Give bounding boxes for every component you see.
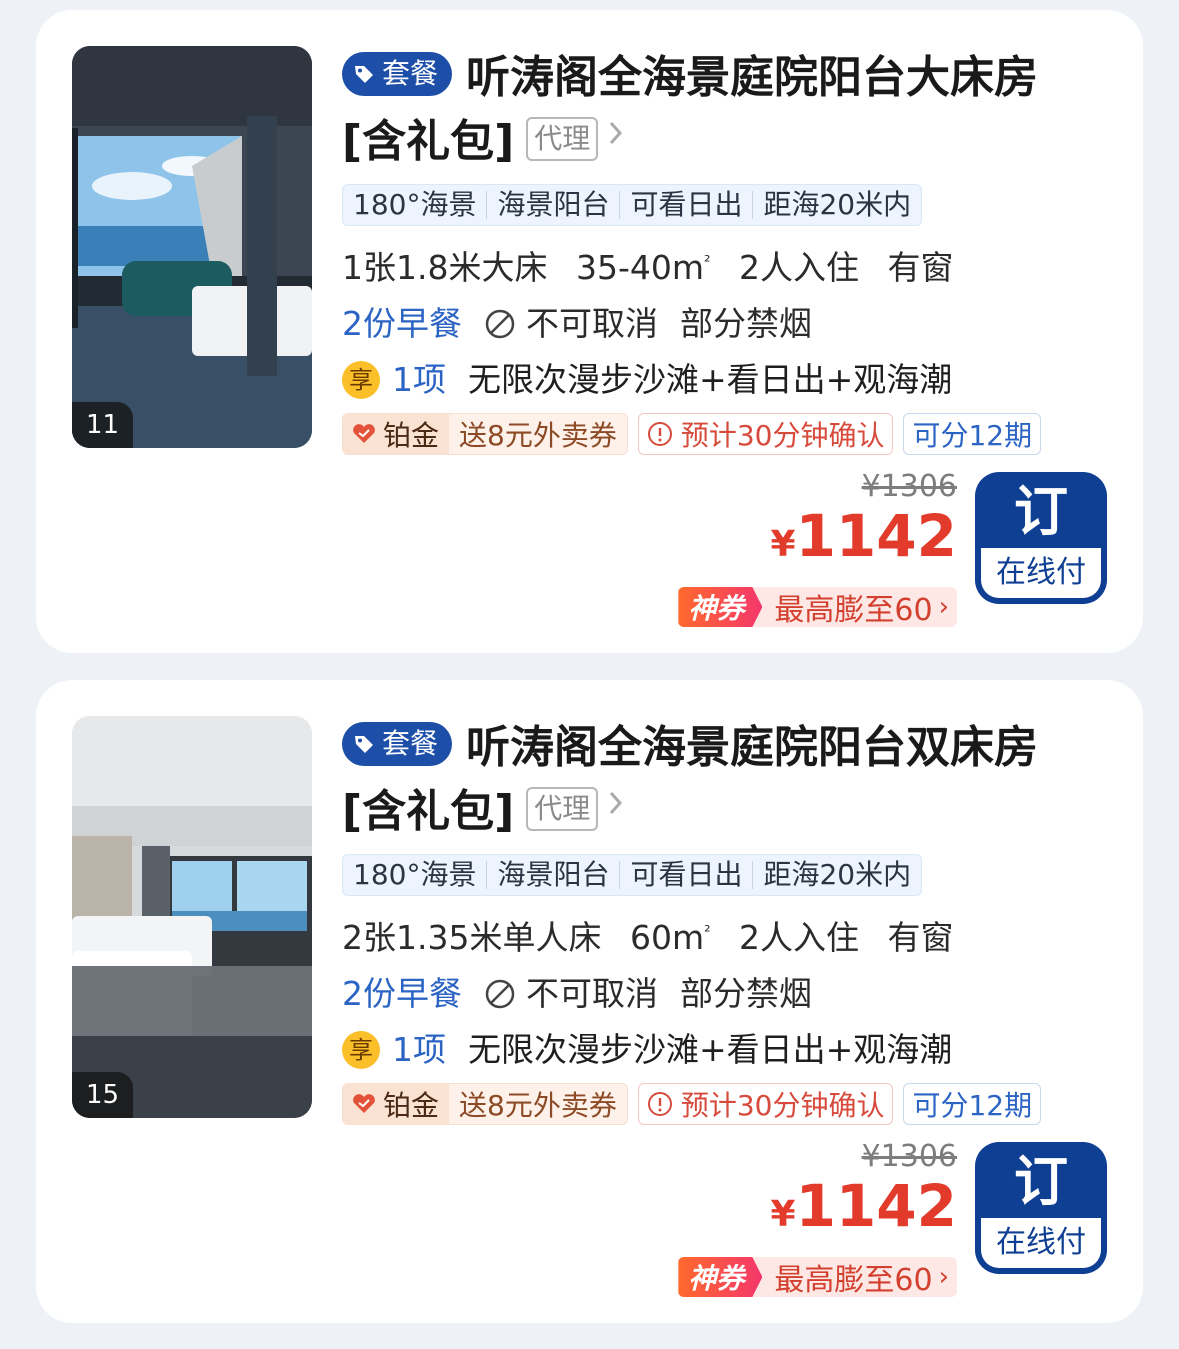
current-price: ¥1142 (770, 502, 958, 570)
feature-tag: 距海20米内 (763, 188, 912, 221)
photo-count: 11 (72, 402, 134, 448)
perk-count: 1项 (392, 1030, 446, 1069)
room-title-line2: [含礼包] (342, 116, 515, 167)
original-price: ¥1306 (861, 1139, 957, 1174)
vip-gift: 送8元外卖券 (449, 414, 627, 454)
room-title[interactable]: 套餐 听涛阁全海景庭院阳台大床房 [含礼包] 代理 (342, 46, 1112, 174)
coupon-badge: 神券 (678, 1257, 763, 1297)
coupon-text: 最高膨至60 (774, 1263, 933, 1297)
current-price: ¥1142 (770, 1172, 958, 1240)
room-title-line2: [含礼包] (342, 786, 515, 837)
badge-row: 铂金 送8元外卖券 预计30分钟确认 可分12期 (342, 413, 1112, 455)
no-cancel-icon (485, 309, 515, 339)
feature-tag: 可看日出 (620, 861, 754, 889)
perk-row[interactable]: 享 1项 无限次漫步沙滩+看日出+观海潮 (342, 1022, 1112, 1078)
price-area: ¥1306 ¥1142 神券 最高膨至60 › (678, 470, 957, 627)
smoking-policy: 部分禁烟 (680, 304, 812, 343)
confirm-text: 预计30分钟确认 (680, 419, 885, 452)
installment-badge: 可分12期 (903, 1083, 1042, 1125)
chevron-right-icon[interactable] (608, 790, 624, 816)
package-badge: 套餐 (342, 722, 453, 766)
perk-text: 无限次漫步沙滩+看日出+观海潮 (468, 1030, 953, 1069)
chevron-right-icon: › (938, 1262, 949, 1292)
installment-badge: 可分12期 (903, 413, 1042, 455)
package-badge: 套餐 (342, 52, 453, 96)
room-card[interactable]: 11 套餐 听涛阁全海景庭院阳台大床房 [含礼包] 代理 180°海景 海景阳台 … (36, 10, 1143, 653)
book-button[interactable]: 订 在线付 (975, 1142, 1107, 1274)
tag-icon (355, 66, 373, 83)
clock-alert-icon (647, 422, 672, 446)
price-area: ¥1306 ¥1142 神券 最高膨至60 › (678, 1140, 957, 1297)
feature-tag: 海景阳台 (487, 861, 621, 889)
feature-tag: 180°海景 (343, 191, 488, 219)
policy-row: 2份早餐 不可取消 部分禁烟 (342, 966, 1112, 1022)
photo-count: 15 (72, 1072, 134, 1118)
room-photo-image (72, 716, 312, 1118)
perk-row[interactable]: 享 1项 无限次漫步沙滩+看日出+观海潮 (342, 352, 1112, 408)
confirm-badge: 预计30分钟确认 (637, 1083, 894, 1125)
bed-info: 1张1.8米大床 (342, 248, 548, 287)
clock-alert-icon (647, 1092, 672, 1116)
original-price: ¥1306 (861, 469, 957, 504)
feature-tag: 180°海景 (343, 861, 488, 889)
perk-count: 1项 (392, 360, 446, 399)
cancel-policy: 不可取消 (526, 304, 658, 343)
coupon-promo[interactable]: 神券 最高膨至60 › (678, 587, 957, 627)
vip-badge: 铂金 送8元外卖券 (342, 1083, 628, 1125)
feature-tags: 180°海景 海景阳台 可看日出 距海20米内 (342, 184, 923, 226)
agent-tag: 代理 (526, 117, 599, 161)
vip-level: 铂金 (383, 419, 440, 452)
window-info: 有窗 (887, 918, 954, 957)
vip-badge: 铂金 送8元外卖券 (342, 413, 628, 455)
cancel-policy: 不可取消 (526, 974, 658, 1013)
book-label: 订 (1014, 1150, 1068, 1213)
feature-tags: 180°海景 海景阳台 可看日出 距海20米内 (342, 854, 923, 896)
pay-label: 在线付 (981, 548, 1101, 598)
bed-info: 2张1.35米单人床 (342, 918, 602, 957)
window-info: 有窗 (887, 248, 954, 287)
area-info: 35-40m² (575, 248, 711, 287)
heart-icon (353, 424, 375, 443)
room-title-line1: 听涛阁全海景庭院阳台双床房 (466, 722, 1039, 773)
tag-icon (355, 736, 373, 753)
feature-tag: 距海20米内 (763, 858, 912, 891)
confirm-text: 预计30分钟确认 (680, 1089, 885, 1122)
coupon-text: 最高膨至60 (774, 593, 933, 627)
badge-row: 铂金 送8元外卖券 预计30分钟确认 可分12期 (342, 1083, 1112, 1125)
perk-badge: 享 (342, 361, 380, 399)
breakfast-info: 2份早餐 (342, 974, 462, 1013)
no-cancel-icon (485, 979, 515, 1009)
book-label: 订 (1014, 480, 1068, 543)
room-photo-image (72, 46, 312, 448)
chevron-right-icon[interactable] (608, 120, 624, 146)
room-specs: 2张1.35米单人床 60m² 2人入住 有窗 (342, 904, 1112, 966)
confirm-badge: 预计30分钟确认 (637, 413, 894, 455)
policy-row: 2份早餐 不可取消 部分禁烟 (342, 296, 1112, 352)
coupon-promo[interactable]: 神券 最高膨至60 › (678, 1257, 957, 1297)
agent-tag: 代理 (526, 787, 599, 831)
vip-gift: 送8元外卖券 (449, 1084, 627, 1124)
area-info: 60m² (629, 918, 711, 957)
perk-badge: 享 (342, 1031, 380, 1069)
chevron-right-icon: › (938, 592, 949, 622)
room-card[interactable]: 15 套餐 听涛阁全海景庭院阳台双床房 [含礼包] 代理 180°海景 海景阳台 … (36, 680, 1143, 1323)
vip-level: 铂金 (383, 1089, 440, 1122)
perk-text: 无限次漫步沙滩+看日出+观海潮 (468, 360, 953, 399)
room-specs: 1张1.8米大床 35-40m² 2人入住 有窗 (342, 234, 1112, 296)
room-photo[interactable]: 15 (72, 716, 312, 1118)
coupon-badge: 神券 (678, 587, 763, 627)
breakfast-info: 2份早餐 (342, 304, 462, 343)
occupancy-info: 2人入住 (738, 248, 859, 287)
room-title-line1: 听涛阁全海景庭院阳台大床房 (466, 52, 1039, 103)
room-photo[interactable]: 11 (72, 46, 312, 448)
feature-tag: 海景阳台 (487, 191, 621, 219)
room-title[interactable]: 套餐 听涛阁全海景庭院阳台双床房 [含礼包] 代理 (342, 716, 1112, 844)
pay-label: 在线付 (981, 1218, 1101, 1268)
occupancy-info: 2人入住 (739, 918, 860, 957)
book-button[interactable]: 订 在线付 (975, 472, 1107, 604)
heart-icon (353, 1094, 375, 1113)
smoking-policy: 部分禁烟 (680, 974, 812, 1013)
feature-tag: 可看日出 (620, 191, 754, 219)
